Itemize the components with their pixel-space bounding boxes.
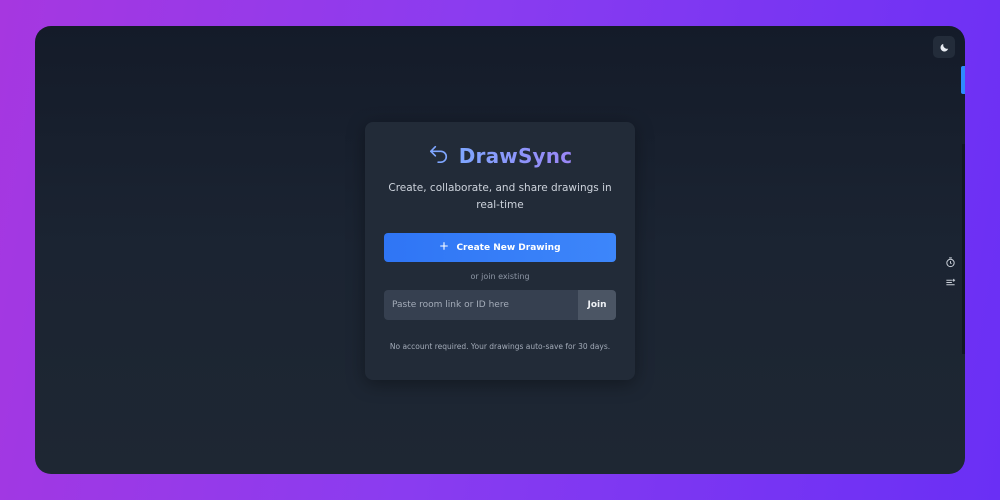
or-join-label: or join existing: [470, 272, 530, 281]
tagline: Create, collaborate, and share drawings …: [388, 182, 612, 211]
join-room-form: Join: [384, 290, 616, 320]
plus-icon: [439, 241, 449, 254]
moon-icon: [939, 38, 950, 57]
autosave-note: No account required. Your drawings auto-…: [389, 342, 611, 351]
brand-header: DrawSync: [384, 142, 616, 170]
timer-icon: [945, 253, 956, 272]
room-id-input[interactable]: [384, 290, 578, 320]
app-window: DrawSync Create, collaborate, and share …: [35, 26, 965, 474]
theme-toggle-button[interactable]: [933, 36, 955, 58]
list-settings-button[interactable]: [943, 275, 957, 289]
side-toolbar: [942, 255, 958, 289]
list-settings-icon: [945, 273, 956, 292]
join-button[interactable]: Join: [578, 290, 616, 320]
welcome-card: DrawSync Create, collaborate, and share …: [365, 122, 635, 380]
create-new-drawing-button[interactable]: Create New Drawing: [384, 233, 616, 262]
side-panel-rail: [962, 144, 965, 354]
undo-arrow-icon: [428, 144, 450, 168]
timer-button[interactable]: [943, 255, 957, 269]
scrollbar-thumb[interactable]: [961, 66, 965, 94]
create-button-label: Create New Drawing: [456, 242, 561, 253]
app-name: DrawSync: [458, 144, 573, 168]
